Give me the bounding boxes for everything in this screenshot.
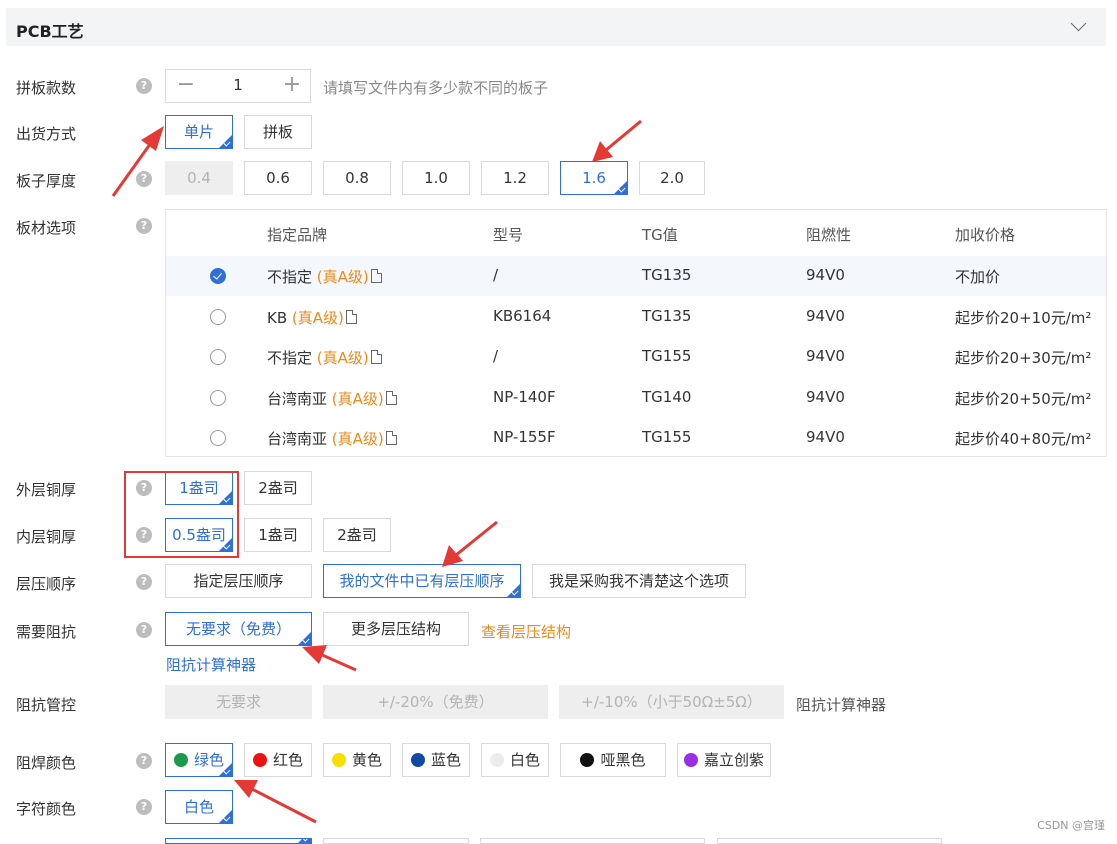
annotation-arrows (111, 119, 642, 824)
watermark: CSDN @宫瑾 (1037, 819, 1105, 832)
